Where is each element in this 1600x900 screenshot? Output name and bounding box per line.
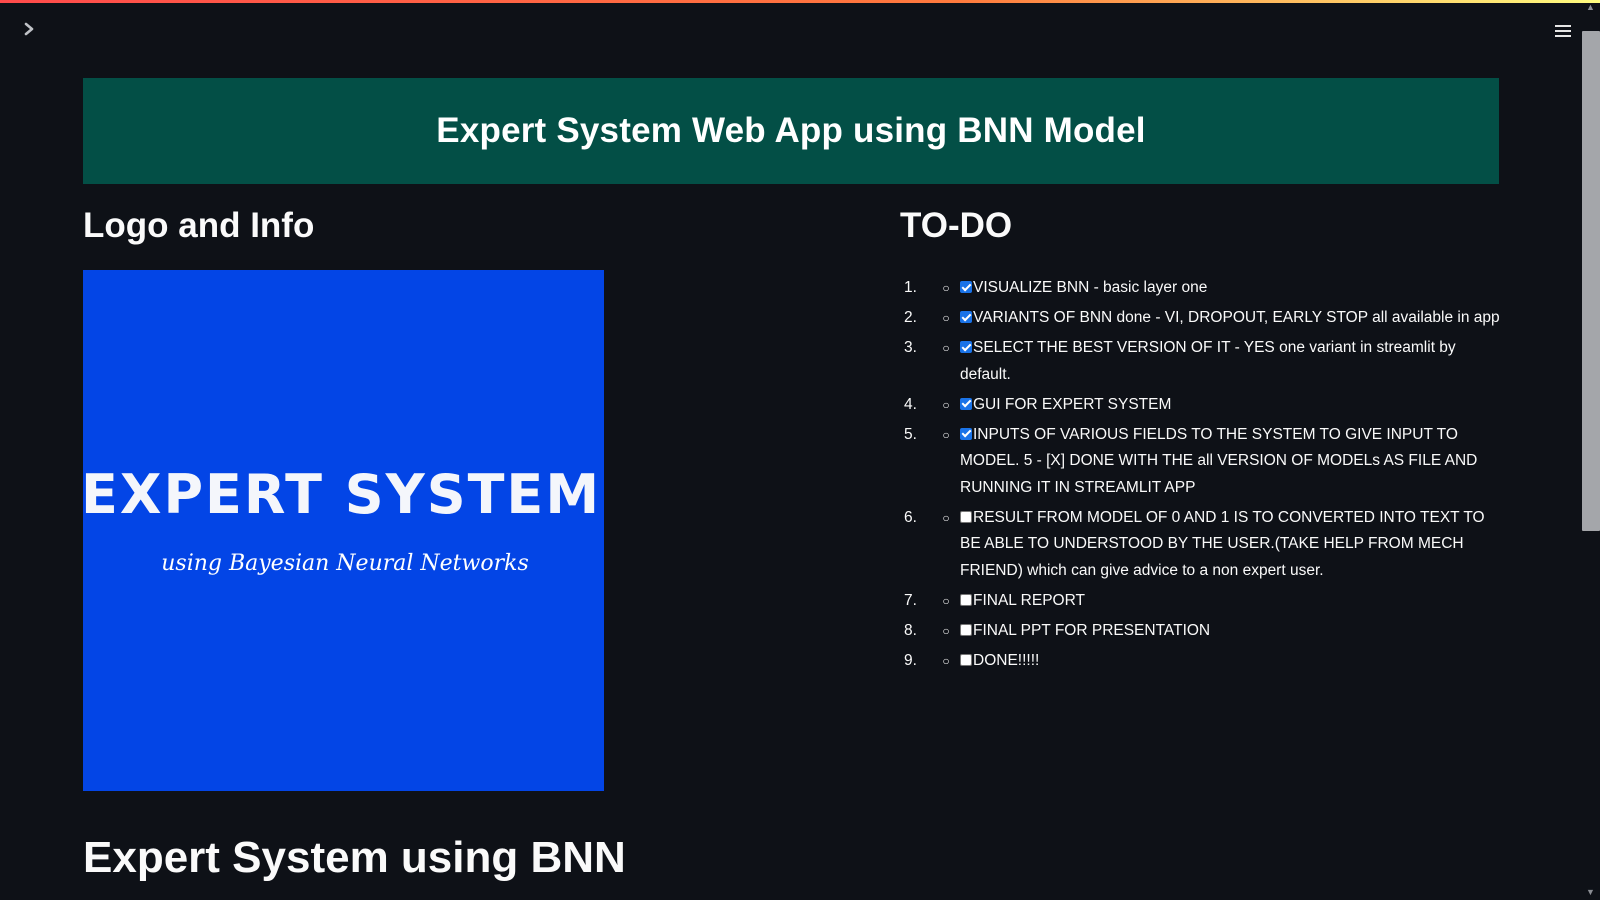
- todo-item: 9. ○ DONE!!!!!: [900, 648, 1500, 675]
- scrollbar-thumb[interactable]: [1582, 31, 1600, 531]
- todo-item-content: FINAL REPORT: [960, 588, 1500, 615]
- todo-item-label: GUI FOR EXPERT SYSTEM: [973, 395, 1172, 413]
- todo-item-content: RESULT FROM MODEL OF 0 AND 1 IS TO CONVE…: [960, 505, 1500, 585]
- scroll-down-icon[interactable]: ▼: [1586, 887, 1595, 897]
- todo-item-content: FINAL PPT FOR PRESENTATION: [960, 618, 1500, 645]
- todo-item-number: 1.: [904, 279, 917, 296]
- hamburger-menu-icon: [1555, 25, 1571, 37]
- scroll-up-icon[interactable]: ▲: [1586, 2, 1595, 12]
- sidebar-toggle-button[interactable]: [18, 18, 40, 40]
- todo-item-number: 6.: [904, 508, 917, 526]
- todo-item-number: 9.: [904, 651, 917, 669]
- todo-item: 6. ○ RESULT FROM MODEL OF 0 AND 1 IS TO CO…: [900, 505, 1500, 585]
- todo-item-content: INPUTS OF VARIOUS FIELDS TO THE SYSTEM T…: [960, 422, 1500, 502]
- todo-item-label: SELECT THE BEST VERSION OF IT - YES one …: [960, 339, 1456, 383]
- todo-item-number: 5.: [904, 425, 917, 443]
- checked-checkbox[interactable]: [960, 341, 972, 353]
- todo-item: 1. ○ VISUALIZE BNN - basic layer one: [900, 275, 1500, 302]
- bullet-circle-icon: ○: [942, 281, 950, 295]
- bullet-circle-icon: ○: [942, 311, 950, 325]
- todo-item: 8. ○ FINAL PPT FOR PRESENTATION: [900, 618, 1500, 645]
- logo-subtitle: using Bayesian Neural Networks: [161, 551, 529, 576]
- todo-item-label: FINAL PPT FOR PRESENTATION: [973, 621, 1211, 639]
- todo-item: 2. ○ VARIANTS OF BNN done - VI, DROPOUT, E…: [900, 305, 1500, 332]
- unchecked-checkbox[interactable]: [960, 510, 972, 523]
- todo-item-number: 4.: [904, 395, 917, 413]
- todo-item-number: 7.: [904, 591, 917, 609]
- todo-item-label: VARIANTS OF BNN done - VI, DROPOUT, EARL…: [973, 309, 1500, 326]
- title-banner: Expert System Web App using BNN Model: [83, 78, 1499, 184]
- todo-item-label: FINAL REPORT: [973, 591, 1085, 609]
- section-heading-expert-system: Expert System using BNN: [83, 833, 626, 882]
- todo-list: 1. ○ VISUALIZE BNN - basic layer one 2. ○ VAR…: [900, 275, 1500, 678]
- todo-item-label: DONE!!!!!: [973, 651, 1040, 669]
- checked-checkbox[interactable]: [960, 311, 972, 323]
- todo-item-content: GUI FOR EXPERT SYSTEM: [960, 392, 1500, 419]
- todo-heading: TO-DO: [900, 206, 1013, 245]
- page-title: Expert System Web App using BNN Model: [436, 111, 1146, 150]
- main-menu-button[interactable]: [1550, 20, 1576, 42]
- todo-item-label: VISUALIZE BNN - basic layer one: [973, 279, 1208, 296]
- todo-item-content: VARIANTS OF BNN done - VI, DROPOUT, EARL…: [960, 305, 1500, 332]
- unchecked-checkbox[interactable]: [960, 623, 972, 636]
- bullet-circle-icon: ○: [942, 397, 950, 412]
- todo-item-label: RESULT FROM MODEL OF 0 AND 1 IS TO CONVE…: [960, 508, 1485, 579]
- chevron-right-icon: [24, 22, 34, 36]
- todo-item-content: DONE!!!!!: [960, 648, 1500, 675]
- todo-item: 7. ○ FINAL REPORT: [900, 588, 1500, 615]
- todo-item-label: INPUTS OF VARIOUS FIELDS TO THE SYSTEM T…: [960, 425, 1478, 496]
- checked-checkbox[interactable]: [960, 397, 972, 410]
- bullet-circle-icon: ○: [942, 623, 950, 638]
- todo-item: 4. ○ GUI FOR EXPERT SYSTEM: [900, 392, 1500, 419]
- todo-item-number: 2.: [904, 309, 917, 326]
- vertical-scrollbar[interactable]: ▲ ▼: [1582, 0, 1600, 900]
- unchecked-checkbox[interactable]: [960, 653, 972, 666]
- todo-item: 5. ○ INPUTS OF VARIOUS FIELDS TO THE SYSTE…: [900, 422, 1500, 502]
- logo-section-heading: Logo and Info: [83, 206, 315, 245]
- bullet-circle-icon: ○: [942, 653, 950, 668]
- bullet-circle-icon: ○: [942, 341, 950, 355]
- checked-checkbox[interactable]: [960, 281, 972, 293]
- todo-item-number: 8.: [904, 621, 917, 639]
- todo-item-content: VISUALIZE BNN - basic layer one: [960, 275, 1500, 302]
- unchecked-checkbox[interactable]: [960, 593, 972, 606]
- logo-title: EXPERT SYSTEM: [83, 463, 601, 526]
- todo-item: 3. ○ SELECT THE BEST VERSION OF IT - YES o…: [900, 335, 1500, 388]
- top-decoration-bar: [0, 0, 1600, 3]
- checked-checkbox[interactable]: [960, 427, 972, 440]
- bullet-circle-icon: ○: [942, 427, 950, 442]
- bullet-circle-icon: ○: [942, 510, 950, 525]
- todo-item-number: 3.: [904, 339, 917, 356]
- expert-system-logo: EXPERT SYSTEM using Bayesian Neural Netw…: [83, 270, 604, 791]
- todo-item-content: SELECT THE BEST VERSION OF IT - YES one …: [960, 335, 1500, 388]
- bullet-circle-icon: ○: [942, 593, 950, 608]
